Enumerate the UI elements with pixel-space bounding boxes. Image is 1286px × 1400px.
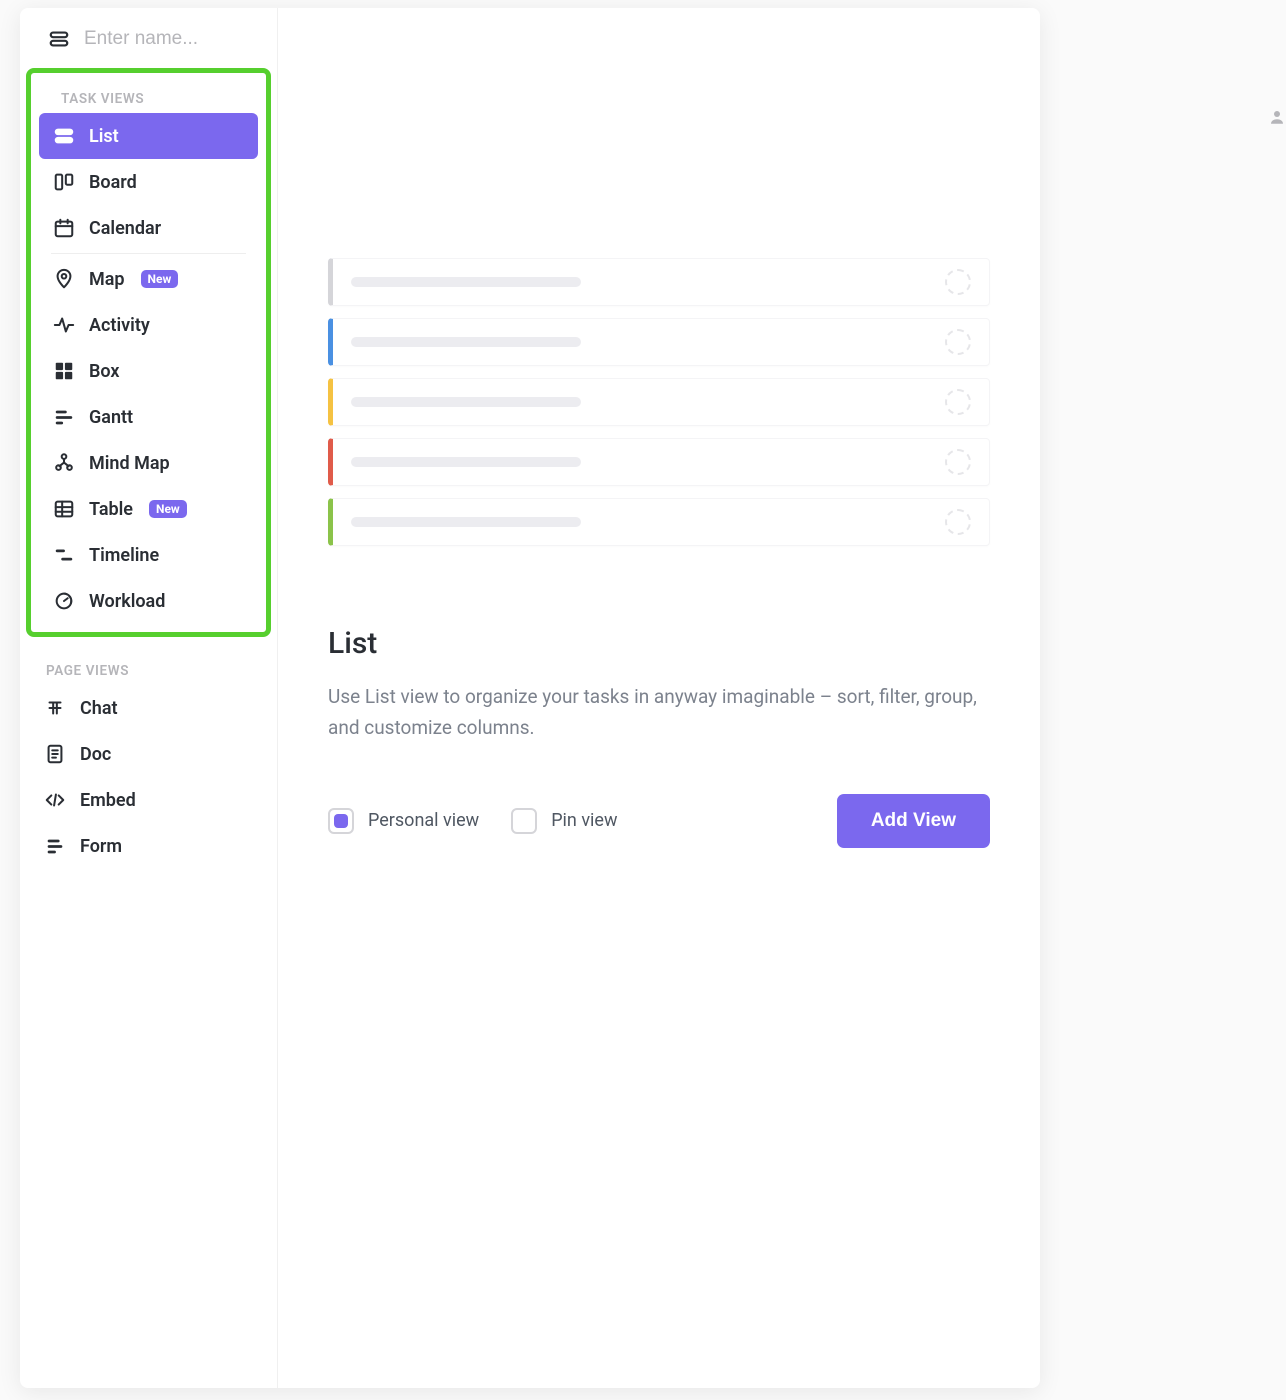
divider bbox=[51, 253, 246, 254]
view-item-board[interactable]: Board bbox=[39, 159, 258, 205]
view-item-workload[interactable]: Workload bbox=[39, 578, 258, 624]
view-name-input[interactable] bbox=[84, 28, 257, 50]
view-item-activity[interactable]: Activity bbox=[39, 302, 258, 348]
view-item-list[interactable]: List bbox=[39, 113, 258, 159]
view-item-label: Timeline bbox=[89, 545, 159, 566]
view-item-label: Embed bbox=[80, 790, 136, 811]
preview-row bbox=[328, 378, 990, 426]
view-item-label: Table bbox=[89, 499, 133, 520]
view-item-gantt[interactable]: Gantt bbox=[39, 394, 258, 440]
embed-icon bbox=[44, 789, 66, 811]
view-item-table[interactable]: Table New bbox=[39, 486, 258, 532]
view-item-label: Chat bbox=[80, 698, 118, 719]
list-icon bbox=[48, 28, 70, 50]
placeholder-bar bbox=[351, 337, 581, 347]
list-icon bbox=[53, 125, 75, 147]
placeholder-bar bbox=[351, 517, 581, 527]
pin-view-checkbox[interactable] bbox=[511, 808, 537, 834]
view-item-embed[interactable]: Embed bbox=[30, 777, 267, 823]
box-icon bbox=[53, 360, 75, 382]
doc-icon bbox=[44, 743, 66, 765]
person-icon bbox=[1268, 108, 1286, 130]
activity-icon bbox=[53, 314, 75, 336]
task-views-highlight: TASK VIEWS List Board Calendar Map New Activi… bbox=[26, 68, 271, 637]
view-item-label: Mind Map bbox=[89, 453, 170, 474]
view-item-mindmap[interactable]: Mind Map bbox=[39, 440, 258, 486]
mindmap-icon bbox=[53, 452, 75, 474]
view-item-chat[interactable]: Chat bbox=[30, 685, 267, 731]
personal-view-group: Personal view bbox=[328, 808, 479, 834]
view-item-label: Board bbox=[89, 172, 137, 193]
placeholder-bar bbox=[351, 397, 581, 407]
view-item-timeline[interactable]: Timeline bbox=[39, 532, 258, 578]
page-views-list: Chat Doc Embed Form bbox=[20, 685, 277, 869]
placeholder-avatar bbox=[945, 509, 971, 535]
list-preview bbox=[328, 258, 990, 546]
view-item-label: Workload bbox=[89, 591, 165, 612]
preview-row bbox=[328, 438, 990, 486]
view-item-calendar[interactable]: Calendar bbox=[39, 205, 258, 251]
view-description: Use List view to organize your tasks in … bbox=[328, 681, 990, 744]
view-title: List bbox=[328, 626, 990, 661]
new-badge: New bbox=[149, 500, 187, 518]
view-item-label: Calendar bbox=[89, 218, 161, 239]
view-item-label: Box bbox=[89, 361, 120, 382]
view-item-doc[interactable]: Doc bbox=[30, 731, 267, 777]
personal-view-checkbox[interactable] bbox=[328, 808, 354, 834]
table-icon bbox=[53, 498, 75, 520]
calendar-icon bbox=[53, 217, 75, 239]
placeholder-avatar bbox=[945, 329, 971, 355]
view-picker-panel: TASK VIEWS List Board Calendar Map New Activi… bbox=[20, 8, 1040, 1388]
preview-row bbox=[328, 318, 990, 366]
map-icon bbox=[53, 268, 75, 290]
placeholder-avatar bbox=[945, 449, 971, 475]
bottom-row: Personal view Pin view Add View bbox=[328, 794, 990, 848]
workload-icon bbox=[53, 590, 75, 612]
placeholder-bar bbox=[351, 457, 581, 467]
view-item-label: Map bbox=[89, 269, 125, 290]
task-views-label: TASK VIEWS bbox=[35, 79, 262, 113]
page-views-label: PAGE VIEWS bbox=[20, 651, 277, 685]
main-area: List Use List view to organize your task… bbox=[278, 8, 1040, 1388]
view-item-label: Gantt bbox=[89, 407, 133, 428]
pin-view-group: Pin view bbox=[511, 808, 617, 834]
placeholder-bar bbox=[351, 277, 581, 287]
view-item-label: Form bbox=[80, 836, 122, 857]
placeholder-avatar bbox=[945, 389, 971, 415]
view-item-form[interactable]: Form bbox=[30, 823, 267, 869]
pin-view-label: Pin view bbox=[551, 810, 617, 831]
preview-row bbox=[328, 498, 990, 546]
add-view-button[interactable]: Add View bbox=[837, 794, 990, 848]
view-item-label: List bbox=[89, 126, 119, 147]
view-item-map[interactable]: Map New bbox=[39, 256, 258, 302]
view-item-label: Doc bbox=[80, 744, 111, 765]
placeholder-avatar bbox=[945, 269, 971, 295]
view-sidebar: TASK VIEWS List Board Calendar Map New Activi… bbox=[20, 8, 278, 1388]
view-item-box[interactable]: Box bbox=[39, 348, 258, 394]
preview-row bbox=[328, 258, 990, 306]
timeline-icon bbox=[53, 544, 75, 566]
task-views-list: List Board Calendar Map New Activity Box Gantt M… bbox=[35, 113, 262, 624]
form-icon bbox=[44, 835, 66, 857]
new-badge: New bbox=[141, 270, 179, 288]
chat-icon bbox=[44, 697, 66, 719]
board-icon bbox=[53, 171, 75, 193]
personal-view-label: Personal view bbox=[368, 810, 479, 831]
view-item-label: Activity bbox=[89, 315, 150, 336]
name-row bbox=[20, 20, 277, 68]
gantt-icon bbox=[53, 406, 75, 428]
